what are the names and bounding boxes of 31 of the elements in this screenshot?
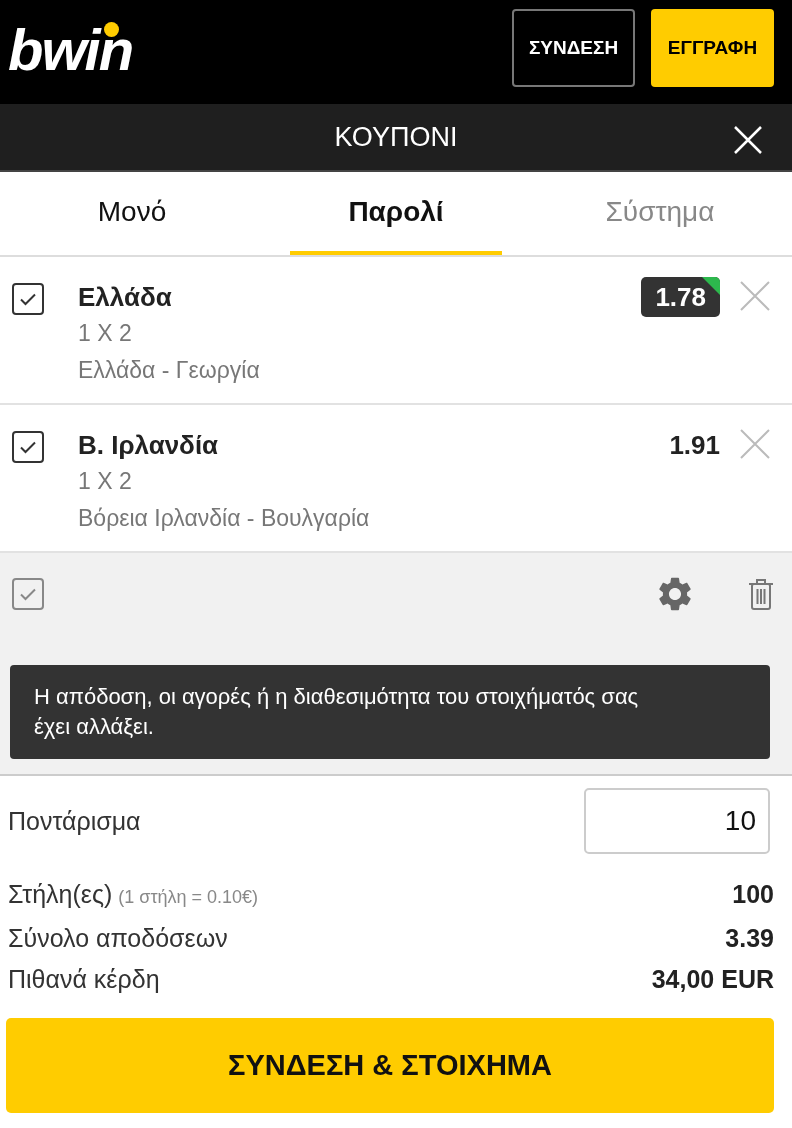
- summary-label: Στήλη(ες): [8, 879, 113, 910]
- login-button[interactable]: ΣΥΝΔΕΣΗ: [512, 9, 635, 87]
- summary-note: (1 στήλη = 0.10€): [118, 886, 259, 909]
- summary-value: 3.39: [725, 923, 774, 954]
- selection-name: Ελλάδα: [78, 281, 173, 314]
- odds-change-alert: Η απόδοση, οι αγορές ή η διαθεσιμότητα του στοιχήματός σας έχει αλλάξει.: [10, 665, 770, 759]
- odds-value: 1.78: [655, 281, 706, 314]
- stake-label: Ποντάρισμα: [8, 806, 142, 836]
- tab[interactable]: Μονό: [26, 172, 238, 255]
- betslip-title: ΚΟΥΠΟΝΙ: [334, 121, 458, 153]
- login-and-bet-button[interactable]: ΣΥΝΔΕΣΗ & ΣΤΟΙΧΗΜΑ: [6, 1018, 774, 1113]
- odds-value: 1.91: [669, 429, 720, 462]
- summary-value: 34,00 EUR: [651, 964, 774, 995]
- checkbox[interactable]: [12, 578, 44, 610]
- register-button[interactable]: ΕΓΓΡΑΦΗ: [651, 9, 774, 87]
- selection-name: Β. Ιρλανδία: [78, 429, 220, 462]
- market-name: 1 X 2: [78, 467, 133, 496]
- checkbox[interactable]: [12, 283, 44, 315]
- summary-label: Σύνολο αποδόσεων: [8, 923, 228, 954]
- event-name: Βόρεια Ιρλανδία - Βουλγαρία: [78, 504, 371, 533]
- summary-label: Πιθανά κέρδη: [8, 964, 160, 995]
- trash-icon[interactable]: [748, 578, 774, 610]
- market-name: 1 X 2: [78, 319, 133, 348]
- tab[interactable]: Παρολί: [290, 172, 502, 255]
- checkbox[interactable]: [12, 431, 44, 463]
- settings-icon[interactable]: [658, 577, 692, 611]
- summary-value: 100: [732, 879, 774, 910]
- stake-input[interactable]: 10: [584, 788, 770, 854]
- event-name: Ελλάδα - Γεωργία: [78, 356, 261, 385]
- brand-logo[interactable]: bwin: [8, 21, 133, 79]
- close-icon[interactable]: [734, 126, 762, 154]
